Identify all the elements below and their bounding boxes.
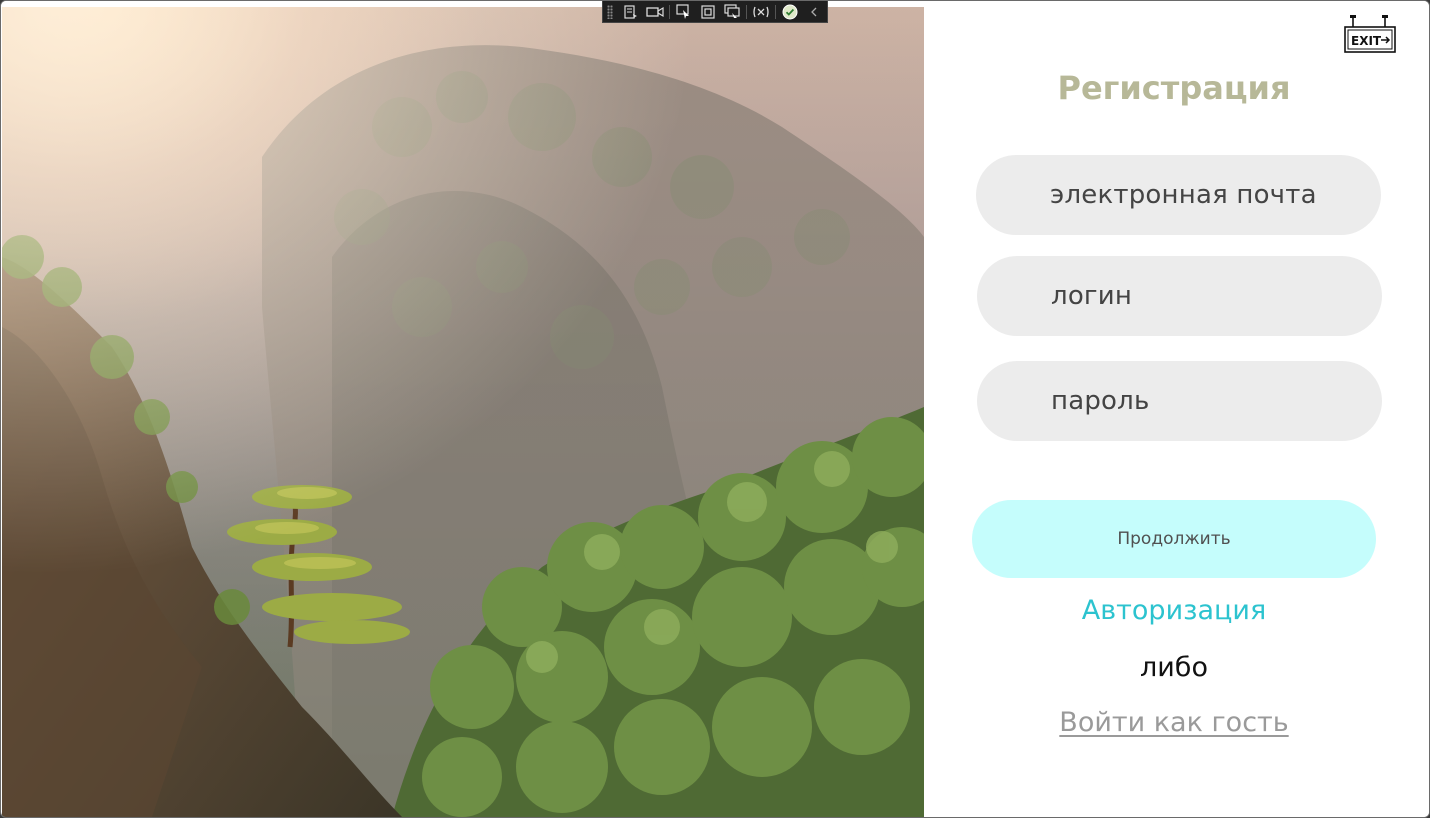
page-title: Регистрация	[1057, 69, 1291, 107]
video-record-icon[interactable]	[643, 2, 667, 22]
or-separator-text: либо	[1140, 652, 1208, 683]
login-field[interactable]	[977, 256, 1382, 336]
email-field[interactable]	[976, 155, 1381, 235]
binding-failures-icon[interactable]	[749, 2, 773, 22]
select-element-icon[interactable]	[672, 2, 696, 22]
live-visual-tree-icon[interactable]	[619, 2, 643, 22]
continue-button[interactable]: Продолжить	[972, 500, 1376, 578]
registration-panel: EXIT Регистрация Продолжить Авторизация …	[924, 7, 1429, 817]
guest-login-link[interactable]: Войти как гость	[924, 707, 1424, 738]
background-landscape-image	[2, 7, 924, 817]
track-focus-icon[interactable]	[720, 2, 744, 22]
toolbar-separator	[746, 4, 747, 19]
exit-sign-text: EXIT	[1351, 34, 1382, 48]
hot-reload-ok-icon[interactable]	[778, 2, 802, 22]
collapse-chevron-icon[interactable]	[802, 2, 826, 22]
toolbar-grip-handle[interactable]	[607, 4, 613, 19]
toolbar-separator	[775, 4, 776, 19]
password-field[interactable]	[977, 361, 1382, 441]
authorization-link[interactable]: Авторизация	[924, 595, 1424, 626]
exit-sign-icon: EXIT	[1344, 15, 1396, 53]
xaml-debug-toolbar	[602, 1, 828, 23]
display-layout-adorners-icon[interactable]	[696, 2, 720, 22]
landscape-illustration	[2, 7, 924, 817]
exit-button[interactable]: EXIT	[1343, 15, 1399, 55]
app-window: EXIT Регистрация Продолжить Авторизация …	[0, 0, 1430, 818]
toolbar-separator	[669, 4, 670, 19]
